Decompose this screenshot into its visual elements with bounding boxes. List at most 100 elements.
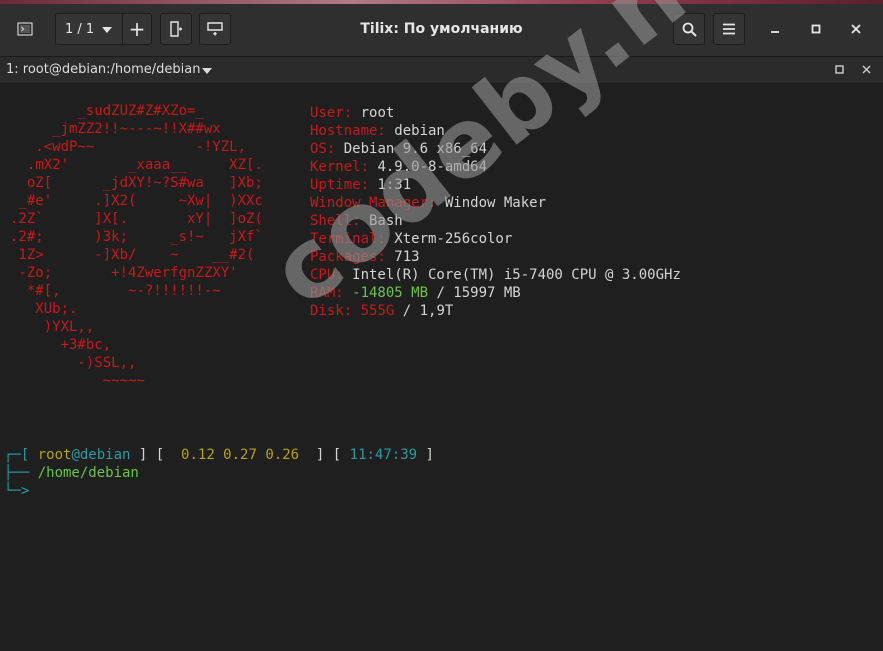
minimize-icon: [771, 31, 779, 33]
terminal-titlebar: 1: root@debian:/home/debian: [0, 57, 883, 84]
info-label: Window Manager:: [310, 195, 437, 211]
info-label: OS:: [310, 141, 336, 157]
info-ram: RAM: -14805 MB / 15997 MB: [310, 284, 521, 302]
terminal-maximize-icon[interactable]: [835, 65, 844, 74]
logo-line: _jmZZ2!!~---~!!X##wx: [10, 121, 221, 137]
info-label: CPU:: [310, 267, 344, 283]
plus-icon: +: [128, 17, 146, 41]
info-label: Disk:: [310, 303, 353, 319]
logo-line: _#e' .]X2( ~Xw| )XXc: [10, 193, 263, 209]
prompt-sep: ] [: [130, 447, 182, 463]
terminal-view[interactable]: _sudZUZ#Z#XZo=_ _jmZZ2!!~---~!!X##wx .<w…: [0, 84, 883, 651]
minimize-button[interactable]: [760, 13, 790, 45]
search-button[interactable]: [673, 13, 705, 45]
prompt-cursor: >: [20, 483, 30, 499]
logo-line: *#[, ~-?!!!!!!-~: [10, 283, 221, 299]
prompt-box: ┌─[: [4, 447, 38, 463]
logo-line: _sudZUZ#Z#XZo=_: [10, 103, 204, 119]
info-label: Uptime:: [310, 177, 370, 193]
add-session-button[interactable]: +: [122, 13, 152, 45]
info-cpu: CPU: Intel(R) Core(TM) i5-7400 CPU @ 3.0…: [310, 266, 681, 284]
logo-line: -Zo; +!4ZwerfgnZZXY': [10, 265, 238, 281]
info-label: Hostname:: [310, 123, 386, 139]
chevron-down-icon: [102, 27, 112, 33]
prompt-at: @: [71, 447, 80, 463]
info-kernel: Kernel: 4.9.0-8-amd64: [310, 158, 487, 176]
session-selector[interactable]: 1 / 1: [55, 13, 123, 45]
info-label: Shell:: [310, 213, 361, 229]
load-15: 0.26: [256, 447, 300, 463]
split-right-icon: [170, 21, 182, 37]
info-value: Xterm-256color: [385, 231, 513, 247]
prompt-sep: ]: [417, 447, 434, 463]
info-value: Intel(R) Core(TM) i5-7400 CPU @ 3.00GHz: [343, 267, 681, 283]
info-hostname: Hostname: debian: [310, 122, 445, 140]
prompt-sep: ] [: [299, 447, 350, 463]
ram-total: / 15997 MB: [428, 285, 521, 301]
hamburger-menu-button[interactable]: [713, 13, 745, 45]
split-down-icon: [207, 22, 223, 36]
info-value: 713: [385, 249, 420, 265]
info-label: Packages:: [310, 249, 386, 265]
logo-line: 1Z> -]Xb/ ~ __#2(: [10, 247, 255, 263]
logo-line: +3#bc,: [10, 337, 112, 353]
menu-icon: [723, 23, 735, 35]
info-value: Window Maker: [436, 195, 547, 211]
terminal-title[interactable]: 1: root@debian:/home/debian: [6, 62, 200, 77]
add-down-button[interactable]: [199, 13, 231, 45]
logo-line: .<wdP~~ -!YZL,: [10, 139, 247, 155]
ram-used: -14805 MB: [343, 285, 429, 301]
add-right-button[interactable]: [160, 13, 192, 45]
maximize-button[interactable]: [801, 13, 831, 45]
logo-line: .2Z` ]X[. xY| ]oZ(: [10, 211, 263, 227]
info-value: 4.9.0-8-amd64: [369, 159, 488, 175]
info-terminal: Terminal: Xterm-256color: [310, 230, 512, 248]
tilix-window: 1 / 1 + Tilix: По умолчанию 1: root@debi…: [0, 4, 883, 651]
prompt-line-1: ┌─[ root@debian ] [ 0.12 0.27 0.26 ] [ 1…: [4, 446, 434, 464]
close-icon: [851, 24, 861, 34]
logo-line: .2#; )3k; _s!~ jXf`: [10, 229, 263, 245]
info-disk: Disk: 555G / 1,9T: [310, 302, 453, 320]
prompt-box: ├──: [4, 465, 38, 481]
load-1: 0.12: [181, 447, 215, 463]
close-button[interactable]: [841, 13, 871, 45]
search-icon: [682, 22, 697, 37]
logo-line: ~~~~~: [10, 373, 145, 389]
logo-line: XUb;.: [10, 301, 78, 317]
logo-line: .mX2' _xaaa__ XZ[.: [10, 157, 263, 173]
info-user: User: root: [310, 104, 394, 122]
prompt-user: root: [37, 447, 72, 463]
info-shell: Shell: Bash: [310, 212, 403, 230]
prompt-box: └─: [4, 483, 21, 499]
maximize-icon: [811, 24, 821, 34]
info-wm: Window Manager: Window Maker: [310, 194, 546, 212]
info-uptime: Uptime: 1:31: [310, 176, 411, 194]
prompt-line-3[interactable]: └─>: [4, 482, 29, 500]
prompt-time: 11:47:39: [349, 447, 418, 463]
info-label: RAM:: [310, 285, 344, 301]
info-value: Bash: [360, 213, 403, 229]
disk-used: 555G: [352, 303, 395, 319]
logo-line: -)SSL,,: [10, 355, 137, 371]
session-label: 1 / 1: [65, 21, 95, 37]
logo-line: oZ[ _jdXY!~?S#wa ]Xb;: [10, 175, 263, 191]
info-os: OS: Debian 9.6 x86_64: [310, 140, 487, 158]
info-packages: Packages: 713: [310, 248, 420, 266]
app-menu-button[interactable]: [9, 13, 41, 45]
chevron-down-icon[interactable]: [202, 68, 212, 74]
info-value: root: [352, 105, 395, 121]
info-value: 1:31: [369, 177, 412, 193]
logo-line: )YXL,,: [10, 319, 95, 335]
info-value: Debian 9.6 x86_64: [335, 141, 488, 157]
terminal-icon: [17, 22, 33, 36]
prompt-path: /home/debian: [37, 465, 139, 481]
info-label: Kernel:: [310, 159, 370, 175]
info-label: Terminal:: [310, 231, 386, 247]
info-label: User:: [310, 105, 353, 121]
prompt-host: debian: [79, 447, 131, 463]
info-value: debian: [385, 123, 445, 139]
prompt-line-2: ├── /home/debian: [4, 464, 139, 482]
header-bar: 1 / 1 + Tilix: По умолчанию: [0, 4, 883, 57]
terminal-close-icon[interactable]: [862, 65, 871, 74]
disk-total: / 1,9T: [394, 303, 454, 319]
